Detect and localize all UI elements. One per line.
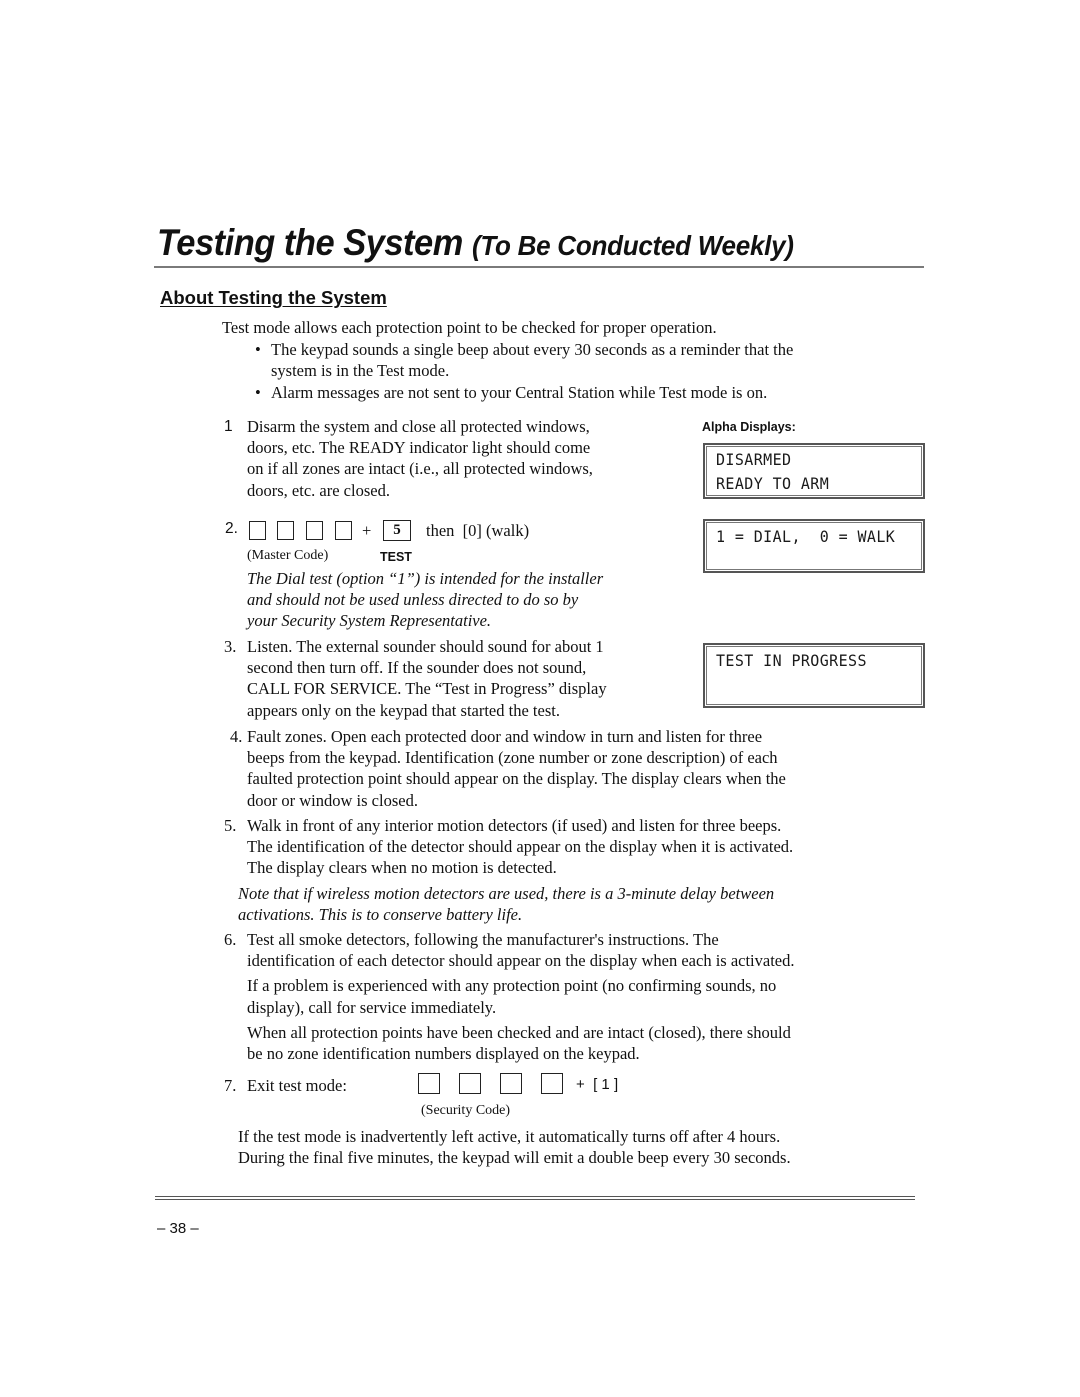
section-heading: About Testing the System <box>160 287 387 308</box>
security-code-digit-box <box>500 1073 522 1094</box>
step-line: The identification of the detector shoul… <box>247 837 794 857</box>
alpha-displays-label: Alpha Displays: <box>702 420 796 434</box>
page-number: – 38 – <box>157 1220 199 1237</box>
step-line: appears only on the keypad that started … <box>247 700 560 720</box>
lcd-display-dial-walk: 1 = DIAL, 0 = WALK <box>703 519 925 573</box>
step-number: 2. <box>225 520 238 537</box>
title-divider <box>154 266 924 268</box>
lcd-line: 1 = DIAL, 0 = WALK <box>716 527 896 547</box>
note-line: The Dial test (option “1”) is intended f… <box>247 569 604 588</box>
step-line: be no zone identification numbers displa… <box>247 1044 640 1064</box>
step-line: Listen. The external sounder should soun… <box>247 637 604 656</box>
step-line: The display clears when no motion is det… <box>247 858 557 878</box>
step-number: 1 <box>224 418 233 435</box>
exit-key-sequence: + [ 1 ] <box>576 1076 619 1093</box>
bullet-dot-icon: • <box>255 383 261 402</box>
master-code-digit-box <box>277 521 294 540</box>
lcd-line: DISARMED <box>716 450 792 470</box>
note-line: and should not be used unless directed t… <box>247 590 579 610</box>
step-line: If a problem is experienced with any pro… <box>247 976 777 996</box>
step-line: display), call for service immediately. <box>247 997 497 1017</box>
exit-test-mode-label: Exit test mode: <box>247 1076 347 1095</box>
security-code-digit-box <box>418 1073 440 1094</box>
step-line: door or window is closed. <box>247 790 418 810</box>
page-title-sub: (To Be Conducted Weekly) <box>471 230 794 261</box>
then-walk-text: then [0] (walk) <box>426 521 530 540</box>
step-number: 7. <box>224 1076 237 1095</box>
test-key-5: 5 <box>383 520 411 541</box>
lcd-display-test-in-progress: TEST IN PROGRESS <box>703 643 925 708</box>
step-line: doors, etc. The READY indicator light sh… <box>247 438 591 458</box>
step-line: When all protection points have been che… <box>247 1022 791 1042</box>
step-line: on if all zones are intact (i.e., all pr… <box>247 459 593 479</box>
master-code-label: (Master Code) <box>247 548 329 563</box>
paragraph-line: During the final five minutes, the keypa… <box>238 1148 791 1168</box>
bullet-line: Alarm messages are not sent to your Cent… <box>271 383 768 402</box>
intro-paragraph: Test mode allows each protection point t… <box>222 318 717 337</box>
page-title-main: Testing the System <box>157 222 463 263</box>
page-title: Testing the System (To Be Conducted Week… <box>157 222 794 264</box>
plus-sign: + <box>362 521 372 540</box>
step-number: 6. <box>224 930 237 949</box>
bullet-dot-icon: • <box>255 340 261 359</box>
step-line: Disarm the system and close all protecte… <box>247 417 590 436</box>
step-line: faulted protection point should appear o… <box>247 769 786 789</box>
step-line: identification of each detector should a… <box>247 951 795 971</box>
lcd-line: READY TO ARM <box>716 474 830 494</box>
master-code-digit-box <box>306 521 323 540</box>
note-line: activations. This is to conserve battery… <box>238 905 523 925</box>
paragraph-line: If the test mode is inadvertently left a… <box>238 1127 781 1146</box>
step-line: doors, etc. are closed. <box>247 480 390 500</box>
step-number: 4. <box>230 727 243 746</box>
step-line: Fault zones. Open each protected door an… <box>247 727 763 746</box>
security-code-label: (Security Code) <box>421 1103 511 1118</box>
step-number: 5. <box>224 816 237 835</box>
step-number: 3. <box>224 637 237 656</box>
dial-test-note: The Dial test (option “1”) is intended f… <box>247 568 697 632</box>
master-code-digit-box <box>249 521 266 540</box>
lcd-line: TEST IN PROGRESS <box>716 651 867 671</box>
step-line: Walk in front of any interior motion det… <box>247 816 782 835</box>
bullet-line: The keypad sounds a single beep about ev… <box>271 340 794 359</box>
lcd-display-disarmed: DISARMED READY TO ARM <box>703 443 925 499</box>
step-line: CALL FOR SERVICE. The “Test in Progress”… <box>247 679 607 699</box>
auto-off-paragraph: If the test mode is inadvertently left a… <box>238 1126 938 1168</box>
security-code-digit-box <box>459 1073 481 1094</box>
test-key-label: TEST <box>380 550 412 564</box>
master-code-digit-box <box>335 521 352 540</box>
note-line: your Security System Representative. <box>247 611 492 631</box>
note-line: Note that if wireless motion detectors a… <box>238 884 775 903</box>
security-code-digit-box <box>541 1073 563 1094</box>
footer-divider <box>155 1196 915 1200</box>
step-line: beeps from the keypad. Identification (z… <box>247 748 778 768</box>
step-line: second then turn off. If the sounder doe… <box>247 658 587 678</box>
step-line: Test all smoke detectors, following the … <box>247 930 719 949</box>
wireless-note: Note that if wireless motion detectors a… <box>238 883 938 925</box>
bullet-line: system is in the Test mode. <box>271 361 450 381</box>
